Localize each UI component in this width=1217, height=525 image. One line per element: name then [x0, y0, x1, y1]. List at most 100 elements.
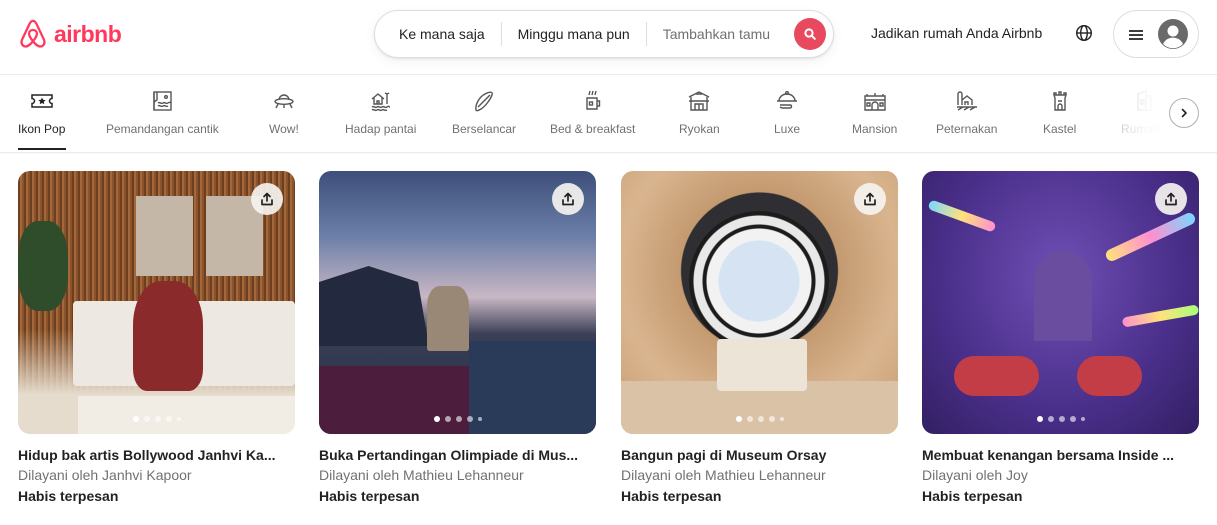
photo-pagination	[319, 416, 596, 422]
listing-host: Dilayani oleh Mathieu Lehanneur	[621, 467, 826, 483]
photo-detail	[954, 356, 1039, 396]
share-icon	[1165, 192, 1177, 206]
cloche-icon	[777, 91, 798, 109]
category-mansion[interactable]: Mansion	[852, 88, 897, 136]
pagination-dot[interactable]	[132, 416, 139, 422]
pagination-dot[interactable]	[1058, 416, 1065, 422]
pagination-dot[interactable]	[1069, 416, 1076, 422]
guests-field[interactable]: Tambahkan tamu	[647, 26, 786, 42]
pagination-dot[interactable]	[143, 416, 150, 422]
pagination-dot[interactable]	[165, 416, 172, 422]
photo-detail	[927, 199, 997, 233]
category-label: Berselancar	[452, 122, 517, 136]
listing-title: Membuat kenangan bersama Inside ...	[922, 447, 1175, 463]
listing-status: Habis terpesan	[621, 488, 722, 504]
search-button[interactable]	[794, 18, 826, 50]
category-label: Luxe	[774, 122, 801, 136]
photo-detail	[1104, 211, 1197, 263]
category-hadap-pantai[interactable]: Hadap pantai	[345, 88, 416, 136]
category-label: Kastel	[1043, 122, 1077, 136]
listing-card[interactable]: Membuat kenangan bersama Inside ... Dila…	[922, 171, 1199, 507]
photo-pagination	[18, 416, 295, 422]
surfboard-icon	[475, 91, 493, 112]
farm-icon	[956, 91, 977, 111]
category-bar: Ikon Pop Pemandangan cantik Wow! Hadap p…	[0, 75, 1217, 153]
category-kastel[interactable]: Kastel	[1043, 88, 1076, 136]
photo-detail	[689, 211, 829, 351]
chevron-right-icon	[1181, 108, 1187, 118]
listing-photo[interactable]	[922, 171, 1199, 434]
photo-pagination	[621, 416, 898, 422]
pagination-dot[interactable]	[1036, 416, 1043, 422]
mug-icon	[585, 90, 600, 110]
category-label: Pemandangan cantik	[106, 122, 219, 136]
photo-detail	[133, 281, 203, 391]
share-icon	[261, 192, 273, 206]
airbnb-logo-icon	[20, 19, 46, 48]
pagination-dot[interactable]	[154, 416, 161, 422]
pagination-dot[interactable]	[746, 416, 753, 422]
pagination-dot[interactable]	[176, 417, 181, 421]
pagination-dot[interactable]	[477, 417, 482, 421]
listing-status: Habis terpesan	[319, 488, 420, 504]
ticket-star-icon	[30, 94, 53, 108]
globe-icon[interactable]	[1075, 24, 1093, 42]
photo-detail	[717, 339, 807, 391]
category-peternakan[interactable]: Peternakan	[936, 88, 997, 136]
category-ryokan[interactable]: Ryokan	[679, 88, 720, 136]
photo-detail	[319, 266, 429, 346]
airbnb-logo[interactable]: airbnb	[18, 18, 122, 50]
category-label: Wow!	[269, 122, 299, 136]
share-button[interactable]	[251, 183, 283, 215]
photo-detail	[427, 286, 469, 351]
pagination-dot[interactable]	[455, 416, 462, 422]
listing-photo[interactable]	[18, 171, 295, 434]
pagination-dot[interactable]	[768, 416, 775, 422]
share-icon	[562, 192, 574, 206]
pagination-dot[interactable]	[433, 416, 440, 422]
ryokan-icon	[689, 91, 710, 111]
pagination-dot[interactable]	[444, 416, 451, 422]
pagination-dot[interactable]	[1047, 416, 1054, 422]
category-rumah[interactable]: Rumah k	[1121, 88, 1169, 136]
photo-pagination	[922, 416, 1199, 422]
pagination-dot[interactable]	[735, 416, 742, 422]
share-button[interactable]	[552, 183, 584, 215]
house-icon	[1137, 89, 1153, 111]
listing-photo[interactable]	[319, 171, 596, 434]
search-bar[interactable]: Ke mana saja Minggu mana pun Tambahkan t…	[374, 10, 834, 58]
listing-photo[interactable]	[621, 171, 898, 434]
dates-field[interactable]: Minggu mana pun	[502, 26, 646, 42]
listing-title: Hidup bak artis Bollywood Janhvi Ka...	[18, 447, 276, 463]
location-field[interactable]: Ke mana saja	[375, 26, 501, 42]
pagination-dot[interactable]	[466, 416, 473, 422]
share-button[interactable]	[854, 183, 886, 215]
listing-card[interactable]: Bangun pagi di Museum Orsay Dilayani ole…	[621, 171, 898, 507]
pagination-dot[interactable]	[779, 417, 784, 421]
category-pemandangan-cantik[interactable]: Pemandangan cantik	[106, 88, 219, 136]
user-menu-button[interactable]	[1113, 10, 1199, 58]
pagination-dot[interactable]	[1080, 417, 1085, 421]
photo-detail	[1034, 251, 1092, 341]
hamburger-icon	[1129, 30, 1143, 40]
category-label: Mansion	[852, 122, 898, 136]
photo-detail	[136, 196, 193, 276]
mansion-icon	[863, 93, 886, 111]
category-wow[interactable]: Wow!	[269, 88, 299, 136]
category-bed-breakfast[interactable]: Bed & breakfast	[550, 88, 635, 136]
share-icon	[864, 192, 876, 206]
category-berselancar[interactable]: Berselancar	[452, 88, 516, 136]
share-button[interactable]	[1155, 183, 1187, 215]
pagination-dot[interactable]	[757, 416, 764, 422]
category-next-button[interactable]	[1169, 98, 1199, 128]
beach-hut-icon	[371, 92, 390, 112]
search-icon	[804, 28, 816, 40]
photo-detail	[319, 366, 469, 434]
category-ikon-pop[interactable]: Ikon Pop	[18, 88, 65, 136]
listing-title: Bangun pagi di Museum Orsay	[621, 447, 827, 463]
listing-card[interactable]: Hidup bak artis Bollywood Janhvi Ka... D…	[18, 171, 295, 507]
listing-card[interactable]: Buka Pertandingan Olimpiade di Mus... Di…	[319, 171, 596, 507]
become-host-link[interactable]: Jadikan rumah Anda Airbnb	[871, 25, 1042, 41]
category-label: Hadap pantai	[345, 122, 417, 136]
category-luxe[interactable]: Luxe	[774, 88, 800, 136]
